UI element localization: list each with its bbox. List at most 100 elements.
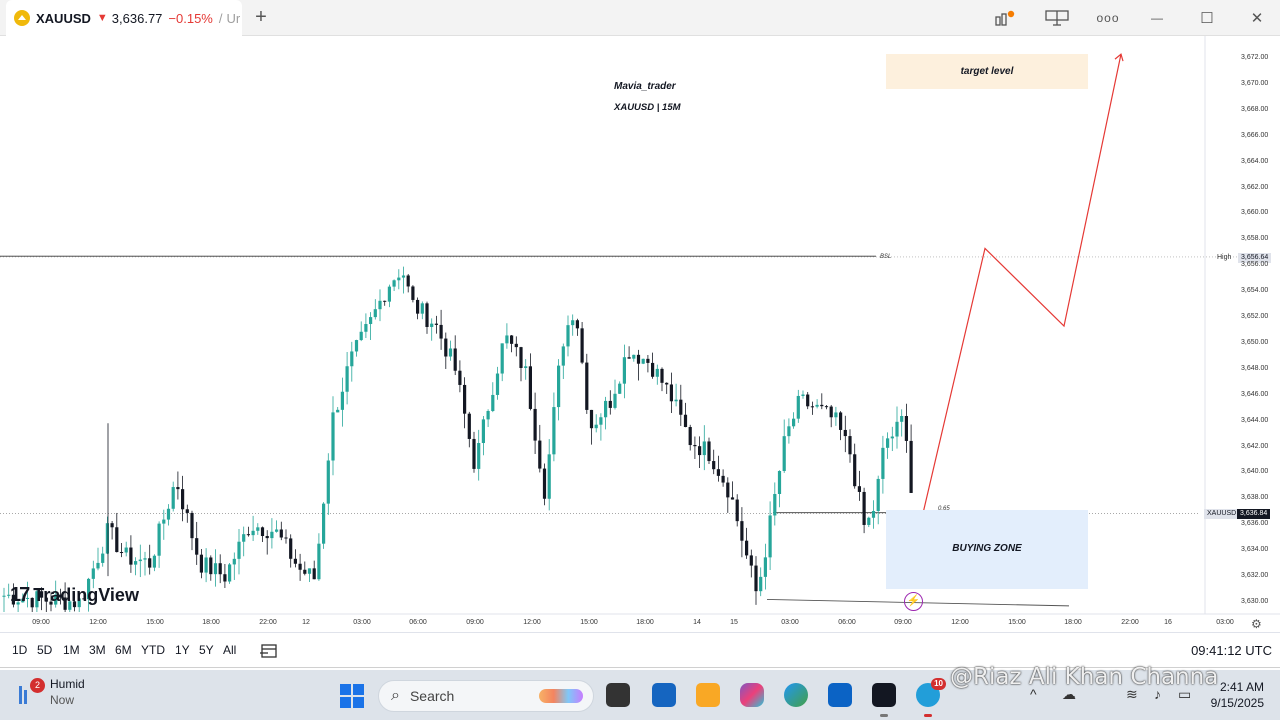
candle-body bbox=[326, 460, 330, 504]
candle-body bbox=[862, 491, 866, 525]
candle-body bbox=[646, 358, 650, 363]
account-icon[interactable] bbox=[994, 8, 1016, 28]
close-button[interactable]: ✕ bbox=[1246, 8, 1268, 28]
start-button[interactable] bbox=[340, 684, 364, 708]
time-tick-label: 03:00 bbox=[1216, 619, 1234, 626]
timeframe-bar: 1D 5D 1M 3M 6M YTD 1Y 5Y All 09:41:12 UTC bbox=[0, 632, 1280, 668]
candle-body bbox=[909, 440, 913, 493]
store-icon[interactable] bbox=[652, 683, 676, 707]
weather-title: Humid bbox=[50, 677, 85, 691]
candle-body bbox=[448, 348, 453, 357]
timeframe-all-button[interactable]: All bbox=[223, 643, 236, 657]
more-options-button[interactable]: ooo bbox=[1096, 8, 1120, 28]
candle-body bbox=[312, 568, 316, 580]
candle-body bbox=[307, 568, 312, 574]
candle-body bbox=[143, 558, 147, 560]
buying-zone[interactable]: BUYING ZONE bbox=[886, 510, 1088, 589]
candle-body bbox=[542, 468, 547, 499]
candle-body bbox=[204, 557, 208, 573]
system-clock[interactable]: 2:41 AM 9/15/2025 bbox=[1211, 679, 1264, 711]
candle-body bbox=[166, 508, 171, 520]
price-tick-label: 3,668.00 bbox=[1241, 105, 1269, 113]
candle-body bbox=[651, 362, 655, 377]
candle-body bbox=[289, 538, 293, 559]
outlook-icon[interactable] bbox=[828, 683, 852, 707]
weather-widget[interactable]: 2 Humid Now bbox=[16, 676, 85, 708]
telegram-icon[interactable]: 10 bbox=[916, 678, 946, 707]
candle-body bbox=[162, 519, 166, 524]
minimize-button[interactable]: — bbox=[1146, 8, 1168, 28]
candle-body bbox=[392, 280, 396, 287]
candle-body bbox=[481, 419, 485, 444]
clock-time: 2:41 AM bbox=[1219, 680, 1264, 694]
candle-body bbox=[674, 399, 678, 402]
candle-body bbox=[871, 510, 876, 518]
candle-body bbox=[317, 543, 321, 580]
price-tick-label: 3,648.00 bbox=[1241, 364, 1269, 372]
target-level-zone[interactable]: target level bbox=[886, 54, 1088, 89]
chart-pane[interactable]: Mavia_trader XAUUSD | 15M target level B… bbox=[0, 36, 1280, 632]
date-range-icon[interactable] bbox=[258, 641, 280, 661]
time-tick-label: 12:00 bbox=[523, 619, 541, 626]
edge-icon[interactable] bbox=[784, 683, 808, 707]
new-tab-button[interactable]: + bbox=[250, 6, 272, 28]
timeframe-1m-button[interactable]: 1M bbox=[63, 643, 80, 657]
candle-body bbox=[364, 324, 368, 332]
candle-body bbox=[275, 529, 279, 532]
timeframe-1d-button[interactable]: 1D bbox=[12, 643, 27, 657]
tradingview-mark: 17 bbox=[10, 584, 30, 606]
watermark-text: @Riaz Ali Khan Channa bbox=[950, 664, 1219, 690]
copilot-icon[interactable] bbox=[740, 683, 764, 707]
timeframe-ytd-button[interactable]: YTD bbox=[141, 643, 165, 657]
candle-body bbox=[228, 564, 232, 582]
timeframe-3m-button[interactable]: 3M bbox=[89, 643, 106, 657]
candle-body bbox=[806, 394, 810, 407]
running-indicator bbox=[924, 714, 932, 717]
candle-body bbox=[406, 275, 410, 287]
candle-body bbox=[839, 412, 843, 430]
bsl-label: BSL bbox=[880, 254, 892, 260]
candle-body bbox=[895, 421, 899, 437]
price-chart[interactable] bbox=[0, 36, 1280, 632]
candle-body bbox=[134, 561, 138, 565]
candle-body bbox=[293, 558, 297, 564]
taskbar-search[interactable]: ⌕ Search bbox=[378, 680, 594, 712]
candle-body bbox=[181, 489, 185, 510]
time-tick-label: 06:00 bbox=[409, 619, 427, 626]
browser-tab-xauusd[interactable]: XAUUSD ▼ 3,636.77 −0.15% / Ur bbox=[6, 0, 242, 36]
candle-body bbox=[463, 384, 467, 414]
candle-body bbox=[627, 357, 631, 359]
timeframe-5d-button[interactable]: 5D bbox=[37, 643, 52, 657]
tradingview-app-icon[interactable] bbox=[872, 683, 896, 707]
tradingview-logo[interactable]: 17 TradingView bbox=[10, 584, 139, 607]
candle-body bbox=[886, 438, 890, 448]
candle-body bbox=[693, 445, 697, 447]
timeframe-6m-button[interactable]: 6M bbox=[115, 643, 132, 657]
candle-body bbox=[331, 412, 335, 461]
candle-body bbox=[439, 324, 443, 339]
candle-body bbox=[411, 286, 415, 300]
file-explorer-icon[interactable] bbox=[696, 683, 720, 707]
utc-clock[interactable]: 09:41:12 UTC bbox=[1191, 643, 1272, 658]
candle-body bbox=[279, 529, 283, 538]
timeframe-1y-button[interactable]: 1Y bbox=[175, 643, 190, 657]
current-price-tag: 3,636.84 bbox=[1237, 509, 1271, 519]
timeframe-5y-button[interactable]: 5Y bbox=[199, 643, 214, 657]
candle-body bbox=[260, 527, 265, 537]
candle-body bbox=[265, 536, 269, 539]
task-view-icon[interactable] bbox=[606, 683, 630, 707]
candle-body bbox=[524, 366, 528, 368]
zap-icon[interactable]: ⚡ bbox=[904, 592, 923, 611]
price-tick-label: 3,632.00 bbox=[1241, 572, 1269, 580]
settings-gear-icon[interactable]: ⚙ bbox=[1251, 617, 1262, 631]
candle-body bbox=[157, 523, 161, 556]
candle-body bbox=[416, 299, 420, 314]
candle-body bbox=[303, 569, 307, 574]
candle-body bbox=[91, 568, 95, 579]
maximize-button[interactable]: ☐ bbox=[1196, 8, 1218, 28]
candle-body bbox=[655, 368, 659, 377]
price-tick-label: 3,660.00 bbox=[1241, 209, 1269, 217]
time-tick-label: 18:00 bbox=[1064, 619, 1082, 626]
screen-layout-icon[interactable] bbox=[1044, 8, 1070, 28]
time-tick-label: 06:00 bbox=[838, 619, 856, 626]
